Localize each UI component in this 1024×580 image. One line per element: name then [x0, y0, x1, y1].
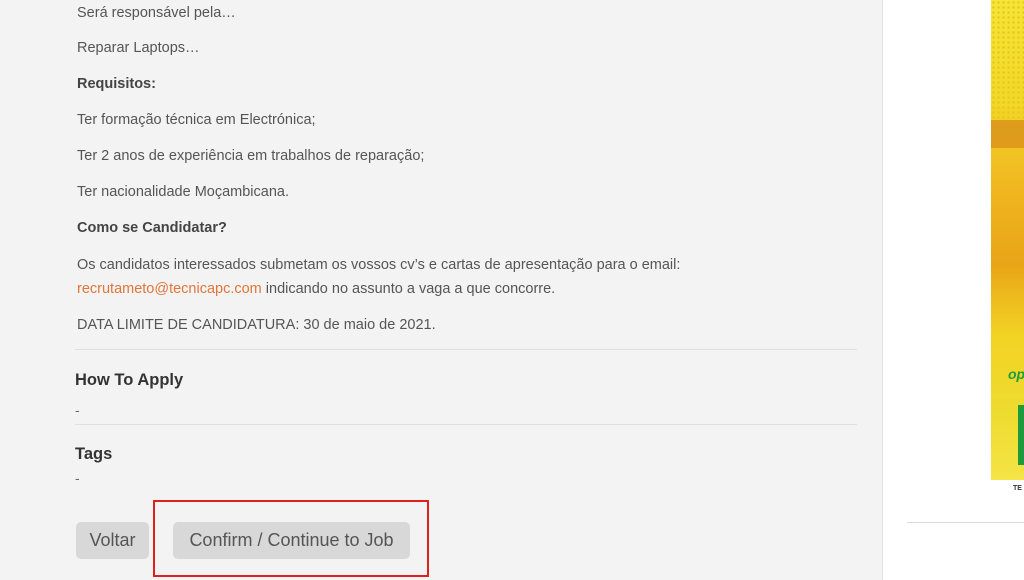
ad-footer-text: TE	[1013, 485, 1022, 492]
how-to-apply-heading: How To Apply	[75, 371, 184, 389]
job-description-line: Reparar Laptops…	[77, 40, 200, 56]
ad-text: op	[1008, 366, 1024, 382]
requirement-item: Ter 2 anos de experiência em trabalhos d…	[77, 148, 425, 164]
how-to-apply-value: -	[75, 402, 80, 418]
how-to-candidate-heading: Como se Candidatar?	[77, 220, 227, 236]
tags-value: -	[75, 470, 80, 486]
section-divider	[75, 349, 857, 350]
tags-heading: Tags	[75, 445, 113, 463]
back-button[interactable]: Voltar	[76, 522, 149, 559]
ad-pattern	[991, 0, 1024, 120]
main-content: Será responsável pela… Reparar Laptops… …	[0, 0, 882, 580]
column-divider	[882, 0, 883, 580]
ad-green-shape	[1018, 405, 1024, 465]
sidebar-divider	[907, 522, 1024, 523]
section-divider	[75, 424, 857, 425]
application-instructions: Os candidatos interessados submetam os v…	[77, 257, 681, 273]
requirement-item: Ter formação técnica em Electrónica;	[77, 112, 316, 128]
application-email-line: recrutameto@tecnicapc.com indicando no a…	[77, 277, 555, 301]
email-link[interactable]: recrutameto@tecnicapc.com	[77, 281, 262, 297]
email-suffix-text: indicando no assunto a vaga a que concor…	[261, 281, 556, 297]
ad-band	[991, 120, 1024, 148]
requirements-heading: Requisitos:	[77, 76, 156, 92]
requirement-item: Ter nacionalidade Moçambicana.	[77, 184, 289, 200]
deadline-text: DATA LIMITE DE CANDIDATURA: 30 de maio d…	[77, 317, 436, 333]
job-description-line: Será responsável pela…	[77, 5, 236, 21]
highlight-box	[153, 500, 429, 577]
